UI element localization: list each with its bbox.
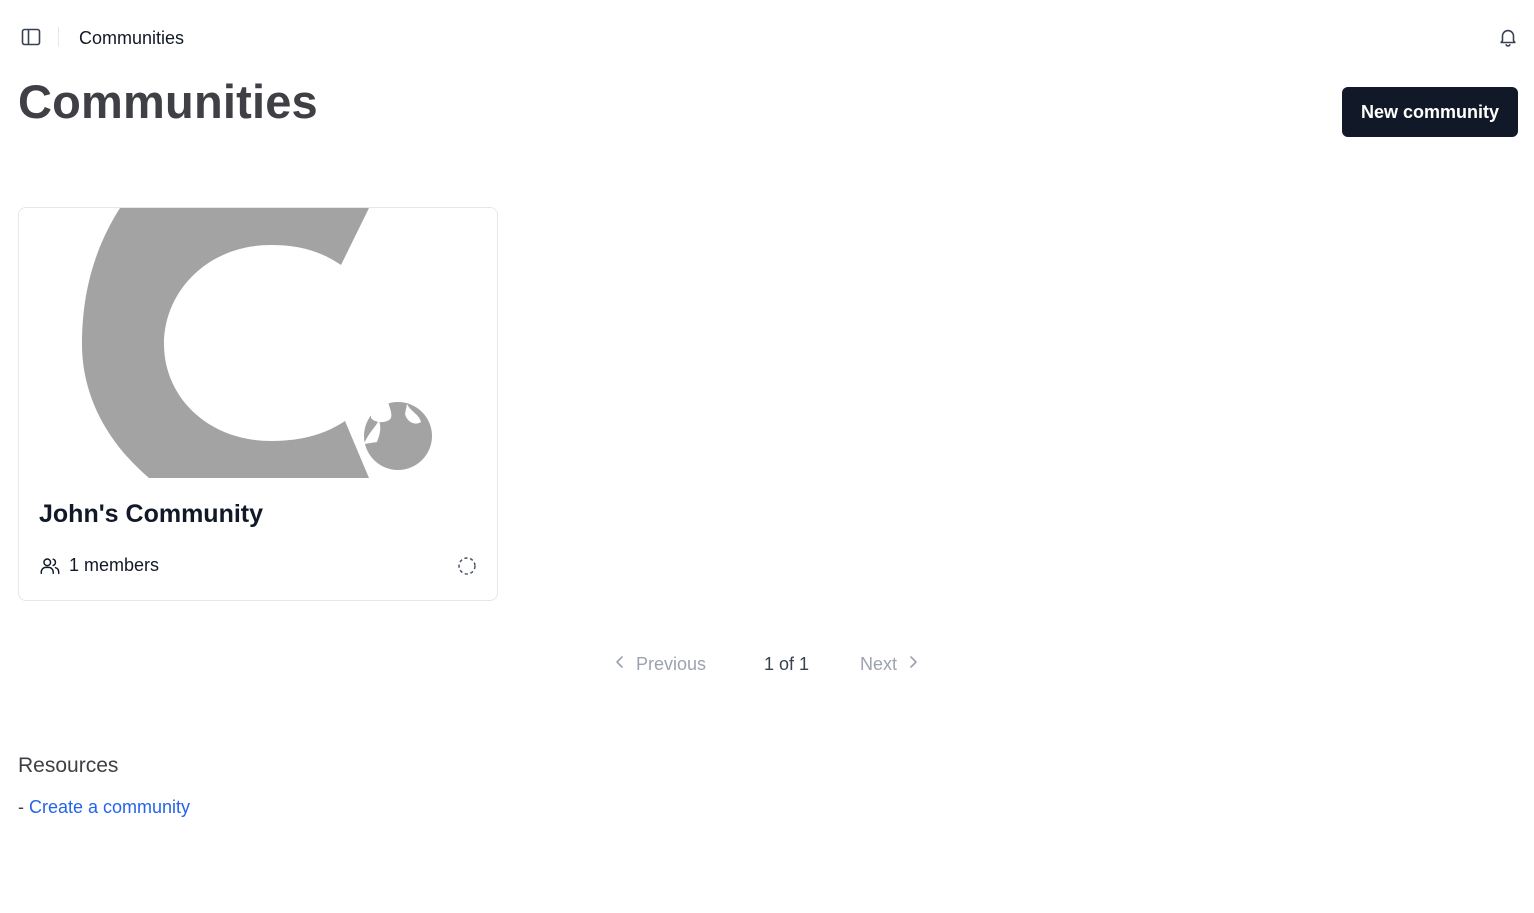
- new-community-button[interactable]: New community: [1342, 87, 1518, 137]
- community-logo: [19, 208, 497, 478]
- resource-item: - Create a community: [18, 795, 190, 819]
- next-label: Next: [860, 654, 898, 674]
- bell-icon[interactable]: [1496, 25, 1520, 49]
- sidebar-toggle-icon[interactable]: [18, 24, 44, 50]
- members-count: 1 members: [69, 555, 160, 575]
- page-title: Communities: [18, 75, 318, 128]
- users-icon: [39, 555, 61, 577]
- breadcrumb: Communities: [79, 28, 185, 48]
- dashed-circle-icon: [456, 555, 478, 577]
- top-bar: Communities: [0, 0, 1534, 74]
- chevron-left-icon: [612, 654, 628, 675]
- pagination: Previous 1 of 1 Next: [0, 650, 1534, 682]
- community-card[interactable]: John's Community 1 members: [18, 207, 498, 601]
- previous-page-button[interactable]: Previous: [612, 654, 706, 675]
- previous-label: Previous: [636, 654, 707, 674]
- create-community-link[interactable]: Create a community: [29, 797, 190, 817]
- resource-bullet: -: [18, 797, 29, 817]
- community-name: John's Community: [39, 500, 264, 528]
- topbar-divider: [58, 27, 59, 47]
- next-page-button[interactable]: Next: [860, 654, 921, 675]
- chevron-right-icon: [905, 654, 921, 675]
- page-info: 1 of 1: [764, 654, 810, 674]
- resources-title: Resources: [18, 754, 119, 777]
